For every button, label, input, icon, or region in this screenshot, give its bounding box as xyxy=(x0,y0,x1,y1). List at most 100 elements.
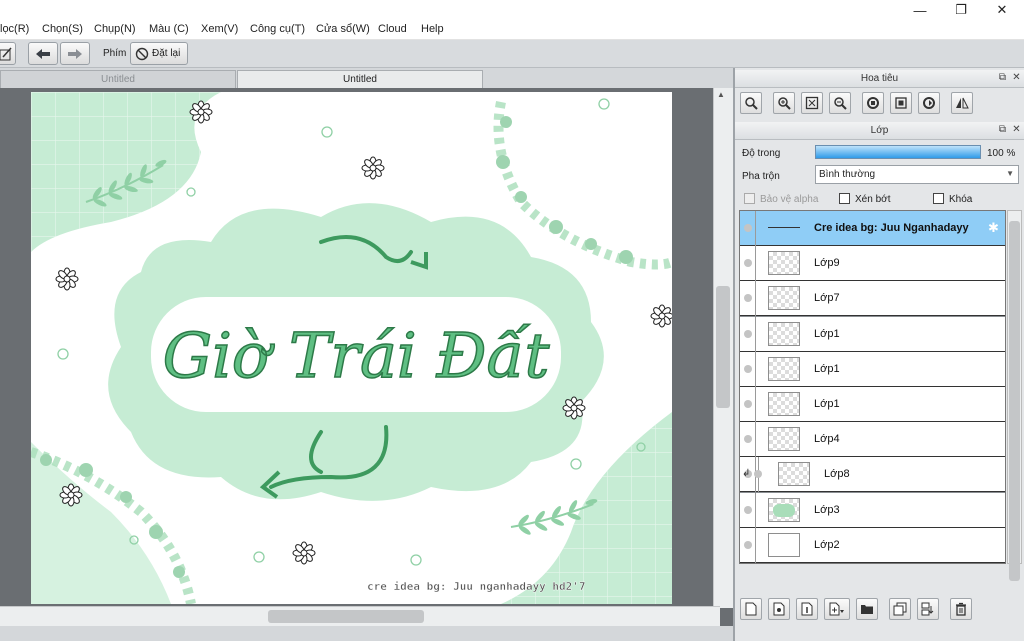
layer-visibility-toggle[interactable] xyxy=(740,422,756,458)
new-folder-button[interactable] xyxy=(856,598,878,620)
rotate-right-button[interactable] xyxy=(918,92,940,114)
clip-label: Xén bớt xyxy=(855,194,891,205)
menu-window[interactable]: Cửa sổ(W) xyxy=(316,23,370,35)
clip-checkbox[interactable] xyxy=(839,193,850,204)
canvas-vertical-scrollbar[interactable]: ▲ xyxy=(713,88,733,608)
delete-layer-button[interactable] xyxy=(950,598,972,620)
clipping-arrow-icon: ↲ xyxy=(742,468,751,480)
layer-row[interactable]: Lớp9 xyxy=(740,246,1005,282)
layer-settings-icon[interactable]: ✱ xyxy=(988,220,999,236)
zoom-out-button[interactable] xyxy=(829,92,851,114)
close-button[interactable]: ✕ xyxy=(982,0,1022,20)
menu-color[interactable]: Màu (C) xyxy=(149,23,189,35)
canvas-area[interactable]: Giờ Trái Đất cre idea bg: Juu nganhadayy… xyxy=(0,88,733,626)
blend-label: Pha trộn xyxy=(742,171,780,182)
status-bar xyxy=(0,626,733,641)
artwork-canvas[interactable]: Giờ Trái Đất cre idea bg: Juu nganhadayy… xyxy=(31,92,672,604)
layer-row[interactable]: Lớp2 xyxy=(740,527,1005,563)
new-page-icon xyxy=(745,602,757,616)
new-1bit-layer-button[interactable] xyxy=(796,598,818,620)
merge-down-icon xyxy=(921,602,934,616)
layer-visibility-toggle[interactable] xyxy=(740,351,756,387)
menu-capture[interactable]: Chụp(N) xyxy=(94,23,136,35)
opacity-slider[interactable] xyxy=(815,145,981,159)
layer-row[interactable]: ↲ Lớp8 xyxy=(740,457,1005,493)
add-layer-menu-button[interactable] xyxy=(824,598,850,620)
layer-visibility-toggle[interactable] xyxy=(740,281,756,317)
layer-name: Lớp8 xyxy=(824,468,850,481)
layer-row[interactable]: Lớp1 xyxy=(740,387,1005,422)
layer-list-scrollbar[interactable] xyxy=(1007,210,1022,581)
add-page-icon xyxy=(829,602,844,616)
menu-filter[interactable]: lọc(R) xyxy=(0,23,29,35)
menu-select[interactable]: Chọn(S) xyxy=(42,23,83,35)
merge-layer-button[interactable] xyxy=(917,598,939,620)
redo-button[interactable] xyxy=(60,42,90,65)
canvas-horizontal-thumb[interactable] xyxy=(268,610,424,623)
layer-row[interactable]: Lớp7 xyxy=(740,281,1005,317)
trash-icon xyxy=(956,602,966,616)
undock-icon[interactable]: ⧉ xyxy=(997,125,1008,136)
undock-icon[interactable]: ⧉ xyxy=(997,73,1008,84)
visibility-dot-icon xyxy=(744,224,752,232)
right-panels: Hoa tiêu ⧉ ✕ Lớp ⧉ ✕ Độ trong 100 % Pha … xyxy=(733,68,1024,641)
menu-tools[interactable]: Công cụ(T) xyxy=(250,23,305,35)
tab-untitled-2[interactable]: Untitled xyxy=(237,70,483,88)
panel-close-icon[interactable]: ✕ xyxy=(1011,73,1022,84)
menu-help[interactable]: Help xyxy=(421,23,444,35)
rotate-right-icon xyxy=(923,97,935,109)
reset-view-button[interactable] xyxy=(890,92,912,114)
layer-row[interactable]: Cre idea bg: Juu Nganhadayy ✱ xyxy=(740,211,1005,246)
minimize-button[interactable]: — xyxy=(900,0,940,20)
rotate-left-button[interactable] xyxy=(862,92,884,114)
fit-screen-button[interactable] xyxy=(801,92,823,114)
layer-name: Lớp4 xyxy=(814,433,840,446)
canvas-horizontal-scrollbar[interactable] xyxy=(0,606,720,626)
panel-close-icon[interactable]: ✕ xyxy=(1011,125,1022,136)
layer-list[interactable]: Cre idea bg: Juu Nganhadayy ✱ Lớp9 Lớp7 Lớp1… xyxy=(739,210,1006,564)
visibility-dot-icon xyxy=(744,505,752,514)
blend-mode-select[interactable]: Bình thường ▼ xyxy=(815,165,1019,184)
layer-visibility-toggle[interactable] xyxy=(740,387,756,422)
layer-row[interactable]: Lớp4 xyxy=(740,422,1005,458)
layer-name: Cre idea bg: Juu Nganhadayy xyxy=(814,222,969,234)
layer-row[interactable]: Lớp1 xyxy=(740,316,1005,352)
reset-label: Đặt lại xyxy=(152,48,181,59)
layer-thumbnail xyxy=(768,392,800,416)
menu-cloud[interactable]: Cloud xyxy=(378,23,407,35)
flip-button[interactable] xyxy=(951,92,973,114)
zoom-fit-button[interactable] xyxy=(740,92,762,114)
layer-visibility-toggle[interactable] xyxy=(740,246,756,282)
zoom-out-icon xyxy=(834,97,847,110)
layer-visibility-toggle[interactable] xyxy=(740,316,756,352)
prohibited-icon xyxy=(135,47,149,60)
layer-name: Lớp1 xyxy=(814,362,840,375)
minimize-icon: — xyxy=(913,2,927,18)
canvas-vertical-thumb[interactable] xyxy=(716,286,730,408)
protect-alpha-checkbox[interactable] xyxy=(744,193,755,204)
layer-row[interactable]: Lớp1 xyxy=(740,351,1005,387)
layer-visibility-toggle[interactable] xyxy=(740,492,756,528)
maximize-button[interactable]: ❐ xyxy=(941,0,981,20)
restore-icon: ❐ xyxy=(955,2,967,17)
visibility-dot-icon xyxy=(744,435,752,444)
layer-thumbnail xyxy=(768,427,800,452)
new-halftone-layer-button[interactable] xyxy=(768,598,790,620)
reset-button[interactable]: Đặt lại xyxy=(130,42,188,65)
menu-view[interactable]: Xem(V) xyxy=(201,23,238,35)
tab-untitled-1[interactable]: Untitled xyxy=(0,70,236,88)
zoom-in-button[interactable] xyxy=(773,92,795,114)
layer-visibility-toggle[interactable] xyxy=(740,211,756,246)
layer-scroll-thumb[interactable] xyxy=(1009,221,1020,581)
lock-checkbox[interactable] xyxy=(933,193,944,204)
layer-name: Lớp7 xyxy=(814,292,840,305)
toolbar: Phím Đặt lại xyxy=(0,40,1024,68)
layer-name: Lớp3 xyxy=(814,503,840,516)
scroll-up-icon[interactable]: ▲ xyxy=(717,90,729,100)
duplicate-layer-button[interactable] xyxy=(889,598,911,620)
new-layer-button[interactable] xyxy=(740,598,762,620)
edit-tool-button[interactable] xyxy=(0,42,16,65)
layer-visibility-toggle[interactable] xyxy=(740,527,756,563)
undo-button[interactable] xyxy=(28,42,58,65)
layer-row[interactable]: Lớp3 xyxy=(740,492,1005,528)
